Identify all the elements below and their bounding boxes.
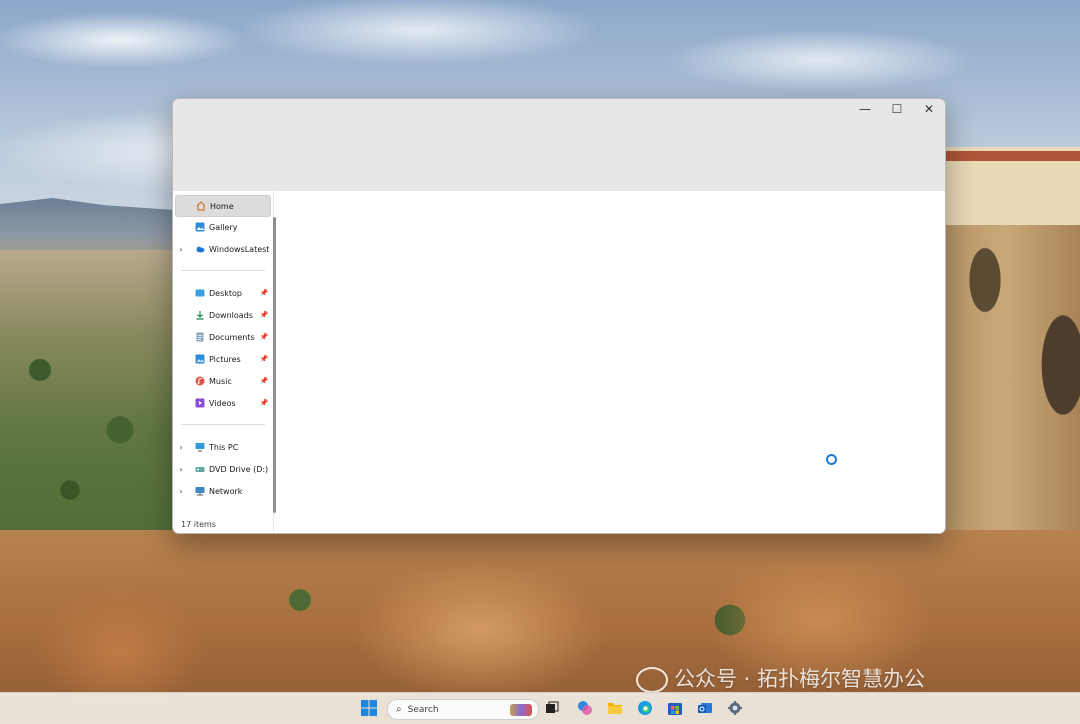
sidebar-item-label: This PC <box>209 442 239 452</box>
dvd-drive-icon <box>195 464 205 474</box>
title-bar: — ☐ ✕ <box>173 99 945 191</box>
file-explorer-taskbar-button[interactable] <box>606 699 624 717</box>
separator <box>181 270 265 271</box>
task-view-icon <box>546 701 559 713</box>
wechat-logo-icon <box>636 667 668 693</box>
sidebar-item-label: Documents <box>209 332 255 342</box>
sidebar-item-label: Videos <box>209 398 236 408</box>
sidebar-scrollbar[interactable] <box>273 217 276 513</box>
sidebar-item-documents[interactable]: Documents 📌 <box>175 327 269 347</box>
pictures-icon <box>195 354 205 364</box>
desktop-icon <box>195 288 205 298</box>
watermark: 公众号 · 拓扑梅尔智慧办公 <box>636 663 925 693</box>
sidebar-item-gallery[interactable]: Gallery <box>175 217 269 237</box>
pin-icon: 📌 <box>259 355 269 363</box>
pin-icon: 📌 <box>259 399 269 407</box>
minimize-button[interactable]: — <box>849 99 881 119</box>
folder-icon <box>608 703 622 714</box>
windows-logo-icon <box>361 700 377 716</box>
documents-icon <box>195 332 205 342</box>
loading-spinner-icon <box>826 454 837 465</box>
chevron-right-icon[interactable]: › <box>175 487 187 496</box>
start-button[interactable] <box>360 699 378 717</box>
music-icon <box>195 376 205 386</box>
navigation-pane: Home Gallery › WindowsLatest Desktop 📌 D… <box>173 191 274 533</box>
chevron-right-icon[interactable]: › <box>175 245 187 254</box>
taskbar: ⌕ Search <box>0 692 1080 724</box>
download-icon <box>195 310 205 320</box>
sidebar-item-label: Network <box>209 486 243 496</box>
status-item-count: 17 items <box>181 520 216 529</box>
pin-icon: 📌 <box>259 333 269 341</box>
sidebar-item-windowslatest[interactable]: › WindowsLatest <box>175 239 269 259</box>
home-icon <box>196 201 206 211</box>
settings-button[interactable] <box>726 699 744 717</box>
sidebar-item-label: DVD Drive (D:) C <box>209 464 269 474</box>
copilot-icon <box>578 701 592 715</box>
sidebar-item-downloads[interactable]: Downloads 📌 <box>175 305 269 325</box>
chevron-right-icon[interactable]: › <box>175 465 187 474</box>
task-view-button[interactable] <box>543 699 561 717</box>
edge-button[interactable] <box>636 699 654 717</box>
videos-icon <box>195 398 205 408</box>
sidebar-item-label: Desktop <box>209 288 242 298</box>
copilot-button[interactable] <box>576 699 594 717</box>
town-buildings <box>945 135 1080 230</box>
gallery-icon <box>195 222 205 232</box>
search-icon: ⌕ <box>396 704 402 715</box>
search-highlight-icon <box>510 703 532 716</box>
pc-icon <box>195 442 205 452</box>
maximize-button[interactable]: ☐ <box>881 99 913 119</box>
search-placeholder: Search <box>407 704 439 715</box>
sidebar-item-pictures[interactable]: Pictures 📌 <box>175 349 269 369</box>
sidebar-item-music[interactable]: Music 📌 <box>175 371 269 391</box>
sidebar-item-label: WindowsLatest <box>209 244 269 254</box>
outlook-button[interactable] <box>696 699 714 717</box>
sidebar-item-desktop[interactable]: Desktop 📌 <box>175 283 269 303</box>
chevron-right-icon[interactable]: › <box>175 443 187 452</box>
separator <box>181 424 265 425</box>
close-button[interactable]: ✕ <box>913 99 945 119</box>
sidebar-item-label: Downloads <box>209 310 253 320</box>
onedrive-icon <box>195 244 205 254</box>
watermark-text: 公众号 · 拓扑梅尔智慧办公 <box>674 667 926 691</box>
edge-icon <box>638 701 652 715</box>
sidebar-item-label: Home <box>210 201 234 211</box>
sidebar-item-dvd-drive[interactable]: › DVD Drive (D:) C <box>175 459 269 479</box>
window-controls: — ☐ ✕ <box>849 99 945 119</box>
pin-icon: 📌 <box>259 311 269 319</box>
sidebar-item-videos[interactable]: Videos 📌 <box>175 393 269 413</box>
gear-icon <box>728 701 742 715</box>
taskbar-search-box[interactable]: ⌕ Search <box>387 699 539 720</box>
pin-icon: 📌 <box>259 377 269 385</box>
network-icon <box>195 486 205 496</box>
pin-icon: 📌 <box>259 289 269 297</box>
sidebar-item-label: Pictures <box>209 354 241 364</box>
store-icon <box>668 703 682 715</box>
file-explorer-window: — ☐ ✕ Home Gallery › WindowsLatest Deskt… <box>172 98 946 534</box>
sidebar-item-network[interactable]: › Network <box>175 481 269 501</box>
content-pane <box>278 191 945 533</box>
sidebar-item-home[interactable]: Home <box>175 195 271 217</box>
sidebar-item-this-pc[interactable]: › This PC <box>175 437 269 457</box>
store-button[interactable] <box>666 699 684 717</box>
sidebar-item-label: Gallery <box>209 222 238 232</box>
outlook-icon <box>698 703 712 713</box>
sidebar-item-label: Music <box>209 376 232 386</box>
